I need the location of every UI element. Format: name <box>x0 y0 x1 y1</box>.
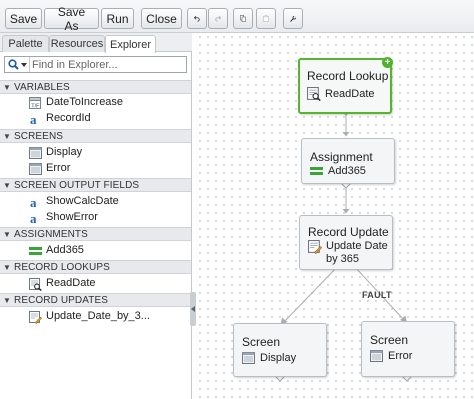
assignment-icon <box>28 244 42 258</box>
save-as-button[interactable]: Save As <box>44 5 99 33</box>
screen-icon <box>28 146 42 160</box>
screen-icon <box>28 162 42 176</box>
search-icon <box>7 59 19 70</box>
tab-palette[interactable]: Palette <box>2 35 49 52</box>
list-item[interactable]: a RecordId <box>0 111 190 127</box>
record-update-icon <box>308 240 323 255</box>
section-record-lookups[interactable]: ▼ RECORD LOOKUPS <box>0 260 191 274</box>
fault-connector-label: FAULT <box>362 290 392 300</box>
assignment-icon <box>310 166 324 180</box>
add-connector-icon[interactable]: + <box>382 57 393 68</box>
section-screen-output-fields[interactable]: ▼ SCREEN OUTPUT FIELDS <box>0 178 191 192</box>
section-screens[interactable]: ▼ SCREENS <box>0 129 191 143</box>
wrench-icon[interactable] <box>283 8 303 29</box>
node-title: Record Update <box>308 225 389 239</box>
list-item-label: RecordId <box>46 112 91 124</box>
collapse-triangle-icon: ▼ <box>2 131 12 141</box>
collapse-arrow-icon <box>191 306 195 312</box>
node-label-line-2: by 365 <box>326 253 360 265</box>
node-title: Assignment <box>310 150 373 164</box>
node-label: Add365 <box>328 165 366 177</box>
toolbar: Save Save As Run Close <box>0 0 474 33</box>
list-item-label: ReadDate <box>46 277 96 289</box>
list-item[interactable]: Display <box>0 145 190 161</box>
list-item[interactable]: a ShowError <box>0 210 190 226</box>
svg-text:a: a <box>30 196 37 209</box>
left-panel: Palette Resources Explorer ▼ VARIABLES T… <box>0 33 192 399</box>
copy-icon[interactable] <box>233 8 253 29</box>
record-lookup-icon <box>307 87 321 102</box>
search-input[interactable] <box>32 58 182 71</box>
record-lookup-node[interactable]: Record Lookup ReadDate + <box>298 57 393 114</box>
list-item[interactable]: Add365 <box>0 243 190 259</box>
record-update-icon <box>28 310 42 324</box>
node-label: ReadDate <box>325 88 375 100</box>
section-assignments[interactable]: ▼ ASSIGNMENTS <box>0 227 191 241</box>
record-update-node[interactable]: Record Update Update Date by 365 <box>299 215 393 270</box>
list-item-label: DateToIncrease <box>46 96 124 108</box>
flow-canvas[interactable]: Record Lookup ReadDate + Assignment Add3… <box>196 33 474 399</box>
svg-text:a: a <box>30 113 37 126</box>
svg-text:T/F: T/F <box>31 103 40 109</box>
section-label: VARIABLES <box>14 81 70 93</box>
text-variable-icon: a <box>28 195 42 209</box>
list-item-label: ShowCalcDate <box>46 195 119 207</box>
tab-resources[interactable]: Resources <box>49 35 105 52</box>
section-label: RECORD UPDATES <box>14 294 109 306</box>
section-label: SCREEN OUTPUT FIELDS <box>14 179 140 191</box>
section-variables[interactable]: ▼ VARIABLES <box>0 80 191 94</box>
explorer-search <box>4 56 187 73</box>
list-item[interactable]: T/F DateToIncrease <box>0 95 190 111</box>
save-button[interactable]: Save <box>5 8 42 29</box>
section-label: ASSIGNMENTS <box>14 228 88 240</box>
close-button[interactable]: Close <box>141 8 182 29</box>
assignment-node[interactable]: Assignment Add365 <box>301 138 395 184</box>
tab-bar: Palette Resources Explorer <box>0 33 192 53</box>
collapse-triangle-icon: ▼ <box>2 262 12 272</box>
list-item[interactable]: ReadDate <box>0 276 190 292</box>
list-item-label: Display <box>46 146 83 158</box>
connector-arrow-icon <box>342 132 350 137</box>
record-lookup-icon <box>28 277 42 291</box>
connector-arrow-icon <box>342 209 350 214</box>
collapse-triangle-icon: ▼ <box>2 82 12 92</box>
list-item-label: Update_Date_by_3... <box>46 310 150 322</box>
collapse-triangle-icon: ▼ <box>2 180 12 190</box>
section-label: RECORD LOOKUPS <box>14 261 110 273</box>
text-variable-icon: a <box>28 211 42 225</box>
list-item-label: Add365 <box>46 244 84 256</box>
screen-icon <box>242 352 256 366</box>
search-dropdown[interactable] <box>5 57 30 72</box>
section-label: SCREENS <box>14 130 64 142</box>
run-button[interactable]: Run <box>101 8 134 29</box>
list-item[interactable]: a ShowCalcDate <box>0 194 190 210</box>
list-item-label: ShowError <box>46 211 98 223</box>
node-label: Display <box>260 352 297 364</box>
collapse-triangle-icon: ▼ <box>2 295 12 305</box>
screen-icon <box>370 350 384 364</box>
section-record-updates[interactable]: ▼ RECORD UPDATES <box>0 293 191 307</box>
collapse-triangle-icon: ▼ <box>2 229 12 239</box>
svg-text:a: a <box>30 212 37 225</box>
list-item[interactable]: Error <box>0 161 190 177</box>
screen-display-node[interactable]: Screen Display <box>233 323 327 377</box>
connector-line <box>282 265 339 324</box>
node-title: Record Lookup <box>307 69 389 83</box>
node-label-line-1: Update Date <box>326 240 388 252</box>
text-variable-icon: a <box>28 112 42 126</box>
node-label: Error <box>388 350 413 362</box>
list-item[interactable]: Update_Date_by_3... <box>0 309 190 325</box>
list-item-label: Error <box>46 162 71 174</box>
tab-explorer[interactable]: Explorer <box>105 35 156 53</box>
node-title: Screen <box>370 333 409 347</box>
date-variable-icon: T/F <box>28 96 42 110</box>
paste-icon[interactable] <box>256 8 276 29</box>
screen-error-node[interactable]: Screen Error <box>361 321 455 377</box>
undo-icon[interactable] <box>187 8 207 29</box>
redo-icon[interactable] <box>208 8 228 29</box>
node-title: Screen <box>242 335 281 349</box>
chevron-down-icon <box>20 62 27 67</box>
